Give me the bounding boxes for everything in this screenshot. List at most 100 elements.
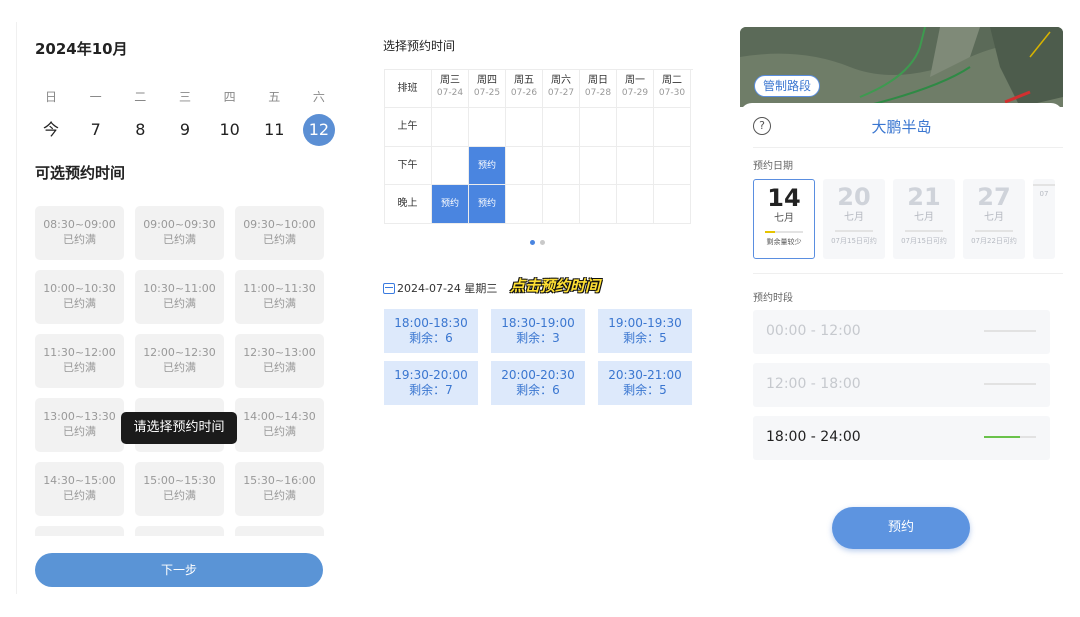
schedule-cell[interactable] (617, 108, 654, 147)
slot-status: 已约满 (263, 233, 296, 246)
time-slot[interactable]: 12:30~13:00 已约满 (235, 334, 324, 388)
schedule-cell[interactable] (469, 108, 506, 147)
time-slot[interactable]: 14:30~15:00 已约满 (35, 462, 124, 516)
date-card[interactable]: 21 七月 07月15日可约 (893, 179, 955, 259)
schedule-cell[interactable] (654, 146, 691, 185)
time-slot-button[interactable]: 20:00-20:30 剩余：6 (491, 361, 585, 405)
date-card-note: 07 (1039, 190, 1049, 198)
schedule-cell[interactable] (506, 108, 543, 147)
schedule-cell[interactable] (617, 185, 654, 224)
slot-time: 18:30-19:00 (501, 316, 575, 330)
time-slot[interactable]: 08:30~09:00 已约满 (35, 206, 124, 260)
column-date: 07-28 (584, 88, 612, 98)
schedule-cell[interactable] (654, 108, 691, 147)
period-option[interactable]: 18:00 - 24:00 (753, 416, 1050, 460)
schedule-cell[interactable] (543, 146, 580, 185)
next-step-button[interactable]: 下一步 (35, 553, 323, 587)
schedule-cell[interactable] (432, 108, 469, 147)
time-slot[interactable]: 12:00~12:30 已约满 (135, 334, 224, 388)
date-item[interactable]: 8 (124, 114, 156, 146)
column-date: 07-25 (473, 88, 501, 98)
schedule-cell-booked[interactable]: 预约 (469, 185, 506, 224)
period-option[interactable]: 12:00 - 18:00 (753, 363, 1050, 407)
schedule-cell[interactable] (580, 108, 617, 147)
time-slot[interactable]: 11:00~11:30 已约满 (235, 270, 324, 324)
slot-remaining: 剩余：6 (409, 331, 453, 345)
slot-time: 20:00-20:30 (501, 368, 575, 382)
date-card-selected[interactable]: 14 七月 剩余量较少 (753, 179, 815, 259)
time-slot[interactable] (235, 526, 324, 536)
slot-status: 已约满 (163, 233, 196, 246)
time-slot-button[interactable]: 18:30-19:00 剩余：3 (491, 309, 585, 353)
schedule-cell-booked[interactable]: 预约 (469, 146, 506, 185)
time-slot[interactable]: 11:30~12:00 已约满 (35, 334, 124, 388)
slot-status: 已约满 (163, 489, 196, 502)
time-slot-button[interactable]: 19:30-20:00 剩余：7 (384, 361, 478, 405)
page-dot[interactable] (540, 240, 545, 245)
schedule-cell[interactable] (506, 185, 543, 224)
column-day: 周日 (588, 75, 608, 86)
column-day: 周三 (440, 75, 460, 86)
schedule-cell[interactable] (432, 146, 469, 185)
slot-status: 已约满 (63, 233, 96, 246)
slot-time: 09:30~10:00 (243, 218, 316, 231)
schedule-cell[interactable] (506, 146, 543, 185)
schedule-cell[interactable] (580, 185, 617, 224)
schedule-cell[interactable] (543, 108, 580, 147)
slot-time: 10:30~11:00 (143, 282, 216, 295)
schedule-cell[interactable] (543, 185, 580, 224)
slot-remaining: 剩余：3 (516, 331, 560, 345)
column-date: 07-26 (510, 88, 538, 98)
map-view[interactable]: 管制路段 (740, 27, 1063, 107)
time-slot[interactable] (35, 526, 124, 536)
time-slot-button[interactable]: 19:00-19:30 剩余：5 (598, 309, 692, 353)
page-dot-active[interactable] (530, 240, 535, 245)
help-icon[interactable]: ? (753, 117, 771, 135)
date-card[interactable]: 27 七月 07月22日可约 (963, 179, 1025, 259)
date-card-note: 07月15日可约 (901, 237, 947, 245)
slot-time: 19:00-19:30 (608, 316, 682, 330)
time-slot[interactable] (135, 526, 224, 536)
date-item[interactable]: 7 (80, 114, 112, 146)
availability-bar (765, 231, 803, 233)
slot-time: 10:00~10:30 (43, 282, 116, 295)
time-slot[interactable]: 13:00~13:30 已约满 (35, 398, 124, 452)
time-slot[interactable]: 10:00~10:30 已约满 (35, 270, 124, 324)
column-day: 周二 (662, 75, 682, 86)
schedule-title: 选择预约时间 (383, 39, 456, 53)
period-option[interactable]: 00:00 - 12:00 (753, 310, 1050, 354)
time-slot[interactable]: 14:00~14:30 已约满 (235, 398, 324, 452)
slot-status: 已约满 (263, 489, 296, 502)
time-slot-button[interactable]: 20:30-21:00 剩余：5 (598, 361, 692, 405)
period-availability-bar (984, 383, 1036, 385)
slot-status: 已约满 (63, 361, 96, 374)
date-item[interactable]: 9 (169, 114, 201, 146)
schedule-cell[interactable] (654, 185, 691, 224)
column-day: 周五 (514, 75, 534, 86)
schedule-cell-booked[interactable]: 预约 (432, 185, 469, 224)
time-slot[interactable]: 15:30~16:00 已约满 (235, 462, 324, 516)
weekday-label: 四 (223, 90, 236, 104)
toast-message: 请选择预约时间 (121, 412, 237, 444)
divider (753, 147, 1063, 148)
date-item[interactable]: 11 (258, 114, 290, 146)
time-slot[interactable]: 09:00~09:30 已约满 (135, 206, 224, 260)
date-today[interactable]: 今 (35, 114, 67, 146)
schedule-cell[interactable] (617, 146, 654, 185)
time-slot[interactable]: 15:00~15:30 已约满 (135, 462, 224, 516)
date-card[interactable]: 07 (1033, 179, 1055, 259)
time-slot[interactable]: 09:30~10:00 已约满 (235, 206, 324, 260)
calendar-icon (383, 282, 395, 294)
slot-time: 11:30~12:00 (43, 346, 116, 359)
date-item-selected[interactable]: 12 (302, 114, 335, 146)
time-slot-button[interactable]: 18:00-18:30 剩余：6 (384, 309, 478, 353)
weekday-label: 日 (44, 90, 57, 104)
month-title: 2024年10月 (35, 40, 128, 58)
slot-time: 12:00~12:30 (143, 346, 216, 359)
book-button[interactable]: 预约 (832, 507, 970, 549)
date-item[interactable]: 10 (214, 114, 246, 146)
time-slot[interactable]: 10:30~11:00 已约满 (135, 270, 224, 324)
slot-grid: 08:30~09:00 已约满 09:00~09:30 已约满 09:30~10:00 已… (35, 206, 327, 536)
date-card[interactable]: 20 七月 07月15日可约 (823, 179, 885, 259)
schedule-cell[interactable] (580, 146, 617, 185)
